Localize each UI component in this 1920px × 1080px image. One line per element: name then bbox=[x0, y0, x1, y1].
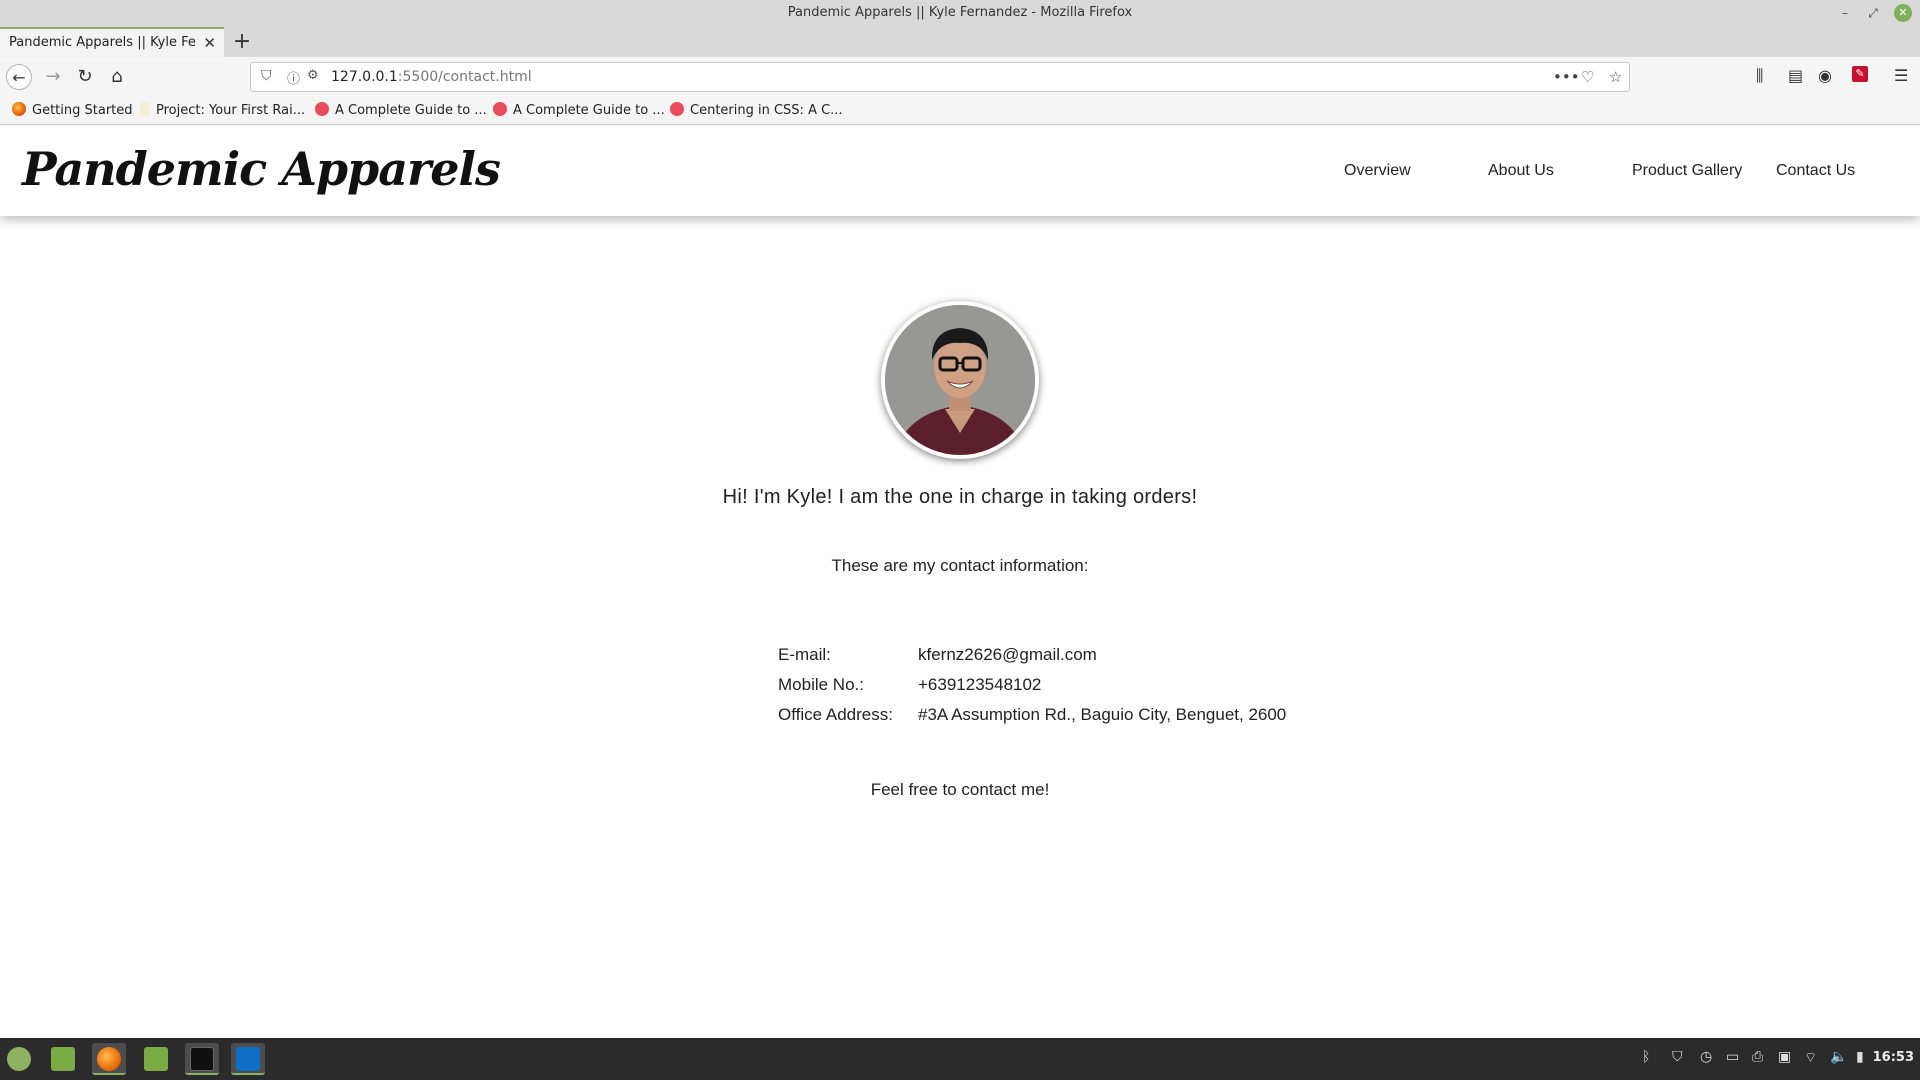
nav-link-contact-us[interactable]: Contact Us bbox=[1776, 162, 1855, 180]
taskbar-files[interactable] bbox=[139, 1043, 173, 1075]
mobile-value: +639123548102 bbox=[918, 675, 1042, 694]
sidebar-icon[interactable]: ▤ bbox=[1788, 66, 1803, 85]
site-header: Pandemic Apparels Overview About Us Prod… bbox=[0, 126, 1920, 216]
css-tricks-icon bbox=[670, 102, 684, 116]
tracking-protection-icon[interactable]: ⛉ bbox=[261, 68, 272, 84]
taskbar: ᛒ ⛉ ◷ ▭ ⎙ ▣ ⌔ 🔈 ▮ 16:53 bbox=[0, 1038, 1920, 1080]
pocket-icon[interactable]: ♡ bbox=[1581, 68, 1594, 86]
show-desktop-icon bbox=[51, 1047, 75, 1071]
css-tricks-icon bbox=[493, 102, 507, 116]
wifi-icon[interactable]: ⌔ bbox=[1804, 1049, 1817, 1067]
url-text[interactable]: 127.0.0.1:5500/contact.html bbox=[331, 69, 532, 85]
back-button[interactable]: ← bbox=[6, 64, 32, 90]
clipboard-icon[interactable]: ▣ bbox=[1778, 1049, 1791, 1065]
mint-menu-icon bbox=[7, 1047, 31, 1071]
bookmark-label: Getting Started bbox=[32, 103, 133, 118]
files-icon bbox=[144, 1047, 168, 1071]
nav-link-product-gallery[interactable]: Product Gallery bbox=[1632, 162, 1742, 180]
tab-pandemic-apparels[interactable]: Pandemic Apparels || Kyle Fernandez ✕ bbox=[0, 27, 224, 57]
printer-icon[interactable]: ⎙ bbox=[1752, 1049, 1763, 1065]
bluetooth-icon[interactable]: ᛒ bbox=[1642, 1049, 1650, 1065]
new-tab-button[interactable]: + bbox=[230, 29, 254, 54]
taskbar-vscode[interactable] bbox=[231, 1043, 265, 1075]
taskbar-clock[interactable]: 16:53 bbox=[1873, 1050, 1914, 1065]
close-window-icon[interactable]: ✕ bbox=[1894, 4, 1912, 22]
bookmark-complete-guide-2[interactable]: A Complete Guide to ... bbox=[493, 102, 665, 118]
bookmarks-toolbar: Getting Started Project: Your First Rai.… bbox=[0, 97, 1920, 125]
bookmark-complete-guide-1[interactable]: A Complete Guide to ... bbox=[315, 102, 487, 118]
vscode-icon bbox=[236, 1047, 260, 1071]
mint-menu-button[interactable] bbox=[2, 1043, 36, 1075]
reload-button[interactable]: ↻ bbox=[72, 64, 98, 90]
firefox-icon bbox=[97, 1047, 121, 1071]
tab-strip: Pandemic Apparels || Kyle Fernandez ✕ + bbox=[0, 27, 1920, 57]
display-icon[interactable]: ▭ bbox=[1726, 1049, 1739, 1065]
maximize-icon[interactable]: ⤢ bbox=[1864, 4, 1882, 22]
url-bar[interactable]: ⛉ ⓘ ⚙ 127.0.0.1:5500/contact.html ••• ♡ … bbox=[250, 62, 1630, 92]
bookmark-star-icon[interactable]: ☆ bbox=[1609, 68, 1622, 86]
profile-photo bbox=[881, 301, 1039, 459]
contact-row-address: Office Address: #3A Assumption Rd., Bagu… bbox=[778, 700, 1286, 730]
nav-link-overview[interactable]: Overview bbox=[1344, 162, 1411, 180]
firefox-icon bbox=[12, 102, 26, 116]
bookmark-label: Project: Your First Rai... bbox=[156, 103, 306, 118]
extension-icon[interactable]: ✎ bbox=[1852, 66, 1868, 82]
bookmark-label: A Complete Guide to ... bbox=[513, 103, 665, 118]
taskbar-firefox[interactable] bbox=[92, 1043, 126, 1075]
library-icon[interactable]: ⫼ bbox=[1756, 66, 1763, 86]
window-title: Pandemic Apparels || Kyle Fernandez - Mo… bbox=[787, 5, 1133, 20]
nav-link-about-us[interactable]: About Us bbox=[1488, 162, 1554, 180]
contact-intro-text: These are my contact information: bbox=[831, 556, 1089, 575]
navigation-toolbar: ← → ↻ ⌂ ⛉ ⓘ ⚙ 127.0.0.1:5500/contact.htm… bbox=[0, 57, 1920, 97]
permissions-icon[interactable]: ⚙ bbox=[307, 68, 319, 83]
tab-close-icon[interactable]: ✕ bbox=[203, 34, 216, 52]
account-icon[interactable]: ◉ bbox=[1818, 66, 1832, 85]
bookmark-rails-project[interactable]: Project: Your First Rai... bbox=[140, 102, 305, 118]
contact-row-mobile: Mobile No.: +639123548102 bbox=[778, 670, 1286, 700]
bookmark-label: A Complete Guide to ... bbox=[335, 103, 487, 118]
shield-icon[interactable]: ⛉ bbox=[1672, 1049, 1683, 1065]
email-value: kfernz2626@gmail.com bbox=[918, 645, 1097, 664]
show-desktop-button[interactable] bbox=[46, 1043, 80, 1075]
menu-icon[interactable]: ☰ bbox=[1894, 66, 1908, 85]
battery-icon[interactable]: ▮ bbox=[1856, 1049, 1864, 1065]
tab-title: Pandemic Apparels || Kyle Fernandez bbox=[9, 35, 195, 50]
bookmark-centering-css[interactable]: Centering in CSS: A C... bbox=[670, 102, 843, 118]
forward-button[interactable]: → bbox=[40, 64, 66, 90]
web-page: Pandemic Apparels Overview About Us Prod… bbox=[0, 126, 1920, 1038]
update-icon[interactable]: ◷ bbox=[1700, 1049, 1712, 1065]
closing-text: Feel free to contact me! bbox=[870, 780, 1050, 799]
mobile-label: Mobile No.: bbox=[778, 675, 864, 694]
css-tricks-icon bbox=[315, 102, 329, 116]
address-value: #3A Assumption Rd., Baguio City, Benguet… bbox=[918, 705, 1287, 724]
url-path: :5500/contact.html bbox=[397, 69, 532, 85]
contact-info-table: E-mail: kfernz2626@gmail.com Mobile No.:… bbox=[778, 640, 1286, 730]
site-info-icon[interactable]: ⓘ bbox=[287, 68, 300, 87]
address-label: Office Address: bbox=[778, 705, 893, 724]
email-label: E-mail: bbox=[778, 645, 831, 664]
minimize-icon[interactable]: – bbox=[1836, 4, 1854, 22]
terminal-icon bbox=[190, 1047, 214, 1071]
bookmark-label: Centering in CSS: A C... bbox=[690, 103, 843, 118]
greeting-text: Hi! I'm Kyle! I am the one in charge in … bbox=[722, 486, 1198, 508]
bookmark-getting-started[interactable]: Getting Started bbox=[12, 102, 133, 118]
taskbar-terminal[interactable] bbox=[185, 1043, 219, 1075]
url-host: 127.0.0.1 bbox=[331, 69, 398, 85]
contact-row-email: E-mail: kfernz2626@gmail.com bbox=[778, 640, 1286, 670]
rails-icon bbox=[140, 102, 150, 116]
page-actions-icon[interactable]: ••• bbox=[1553, 68, 1580, 86]
window-titlebar: Pandemic Apparels || Kyle Fernandez - Mo… bbox=[0, 0, 1920, 27]
site-logo[interactable]: Pandemic Apparels bbox=[22, 142, 501, 196]
home-button[interactable]: ⌂ bbox=[104, 64, 130, 90]
volume-icon[interactable]: 🔈 bbox=[1830, 1049, 1847, 1065]
